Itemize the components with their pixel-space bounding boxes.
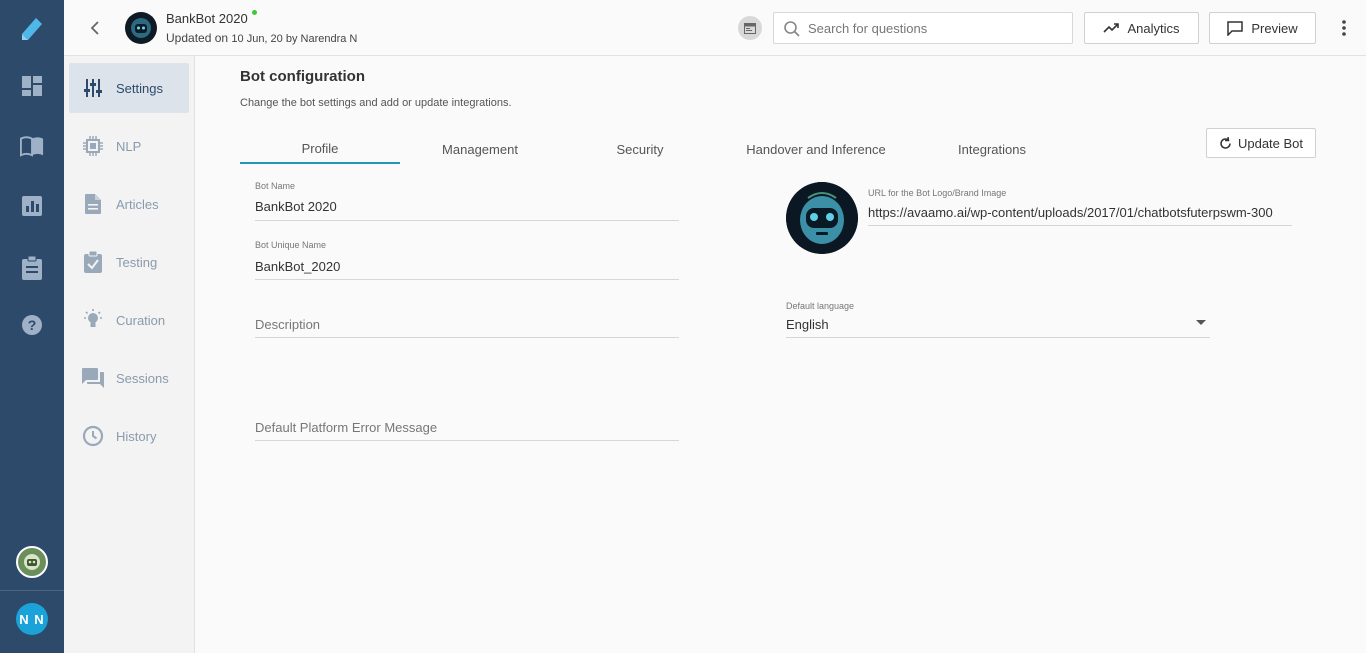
tab-handover-inference[interactable]: Handover and Inference [720, 134, 912, 164]
trending-up-icon [1103, 23, 1120, 33]
book-icon[interactable] [20, 134, 44, 158]
nav-label: Testing [116, 254, 158, 270]
tab-management[interactable]: Management [400, 134, 560, 164]
page-subtitle: Change the bot settings and add or updat… [240, 97, 512, 109]
main-content: Bot configuration Change the bot setting… [196, 56, 1366, 653]
tab-profile[interactable]: Profile [240, 134, 400, 164]
bot-avatar[interactable] [16, 546, 48, 578]
help-icon[interactable]: ? [20, 313, 44, 337]
search-box [773, 12, 1073, 44]
tab-integrations[interactable]: Integrations [912, 134, 1072, 164]
nav-item-testing[interactable]: Testing [69, 237, 189, 287]
more-vertical-icon [1342, 20, 1346, 36]
caret-down-icon [1196, 320, 1206, 325]
robot-icon [131, 18, 151, 38]
bot-name-label: Bot Name [255, 181, 296, 191]
chat-bubble-icon [1227, 20, 1244, 36]
nav-label: Sessions [116, 370, 169, 386]
clipboard-icon[interactable] [20, 256, 44, 280]
rail-divider [0, 590, 64, 591]
update-bot-button[interactable]: Update Bot [1206, 128, 1316, 158]
chip-icon [81, 134, 105, 158]
bot-name-field[interactable]: Bot Name BankBot 2020 [255, 181, 679, 221]
dashboard-icon[interactable] [20, 74, 44, 98]
language-value: English [786, 317, 829, 332]
logo-url-value: https://avaamo.ai/wp-content/uploads/201… [868, 205, 1273, 220]
search-icon [784, 21, 800, 37]
lightbulb-icon [81, 308, 105, 332]
analytics-label: Analytics [1127, 20, 1180, 36]
logo-url-label: URL for the Bot Logo/Brand Image [868, 188, 1007, 198]
nav-label: Curation [116, 312, 166, 328]
bot-updated-info: Updated on 10 Jun, 20 by Narendra N [166, 31, 357, 45]
nav-label: Settings [116, 80, 163, 96]
analytics-button[interactable]: Analytics [1084, 12, 1199, 44]
bot-thumbnail [125, 12, 157, 44]
nav-label: Articles [116, 196, 159, 212]
logo-url-field[interactable]: URL for the Bot Logo/Brand Image https:/… [868, 188, 1292, 226]
preview-button[interactable]: Preview [1209, 12, 1316, 44]
bar-chart-icon[interactable] [20, 194, 44, 218]
nav-label: NLP [116, 138, 142, 154]
error-message-placeholder: Default Platform Error Message [255, 420, 438, 435]
refresh-icon [1220, 136, 1231, 149]
robot-icon [786, 182, 858, 254]
avaamo-logo-icon[interactable] [18, 14, 46, 42]
svg-text:?: ? [28, 317, 37, 333]
updated-details: 10 Jun, 20 by Narendra N [231, 33, 358, 45]
bot-logo-image [786, 182, 858, 254]
settings-subnav: Settings NLP Articles Testing Curation S… [64, 56, 195, 653]
search-input[interactable] [808, 13, 1068, 43]
nav-item-curation[interactable]: Curation [69, 295, 189, 345]
language-select[interactable]: Default language English [786, 301, 1210, 338]
error-message-field[interactable]: Default Platform Error Message [255, 417, 679, 441]
window-icon [744, 22, 756, 34]
nav-label: History [116, 428, 157, 444]
tab-security[interactable]: Security [560, 134, 720, 164]
nav-item-sessions[interactable]: Sessions [69, 353, 189, 403]
language-label: Default language [786, 301, 855, 311]
chat-icon [81, 366, 105, 390]
sliders-icon [81, 76, 105, 100]
chevron-left-icon [90, 21, 99, 35]
back-button[interactable] [84, 16, 106, 40]
bot-name: BankBot 2020 [166, 11, 248, 26]
bot-unique-name-value: BankBot_2020 [255, 259, 341, 274]
online-status-dot [252, 10, 257, 15]
update-bot-label: Update Bot [1237, 135, 1304, 151]
nav-item-history[interactable]: History [69, 411, 189, 461]
app-rail: ? N N [0, 0, 64, 653]
page-title: Bot configuration [240, 68, 365, 85]
more-menu-button[interactable] [1336, 16, 1352, 40]
bot-name-value: BankBot 2020 [255, 199, 337, 214]
preview-label: Preview [1251, 20, 1298, 36]
document-icon [81, 192, 105, 216]
description-field[interactable]: Description [255, 314, 679, 338]
description-placeholder: Description [255, 317, 321, 332]
nav-item-articles[interactable]: Articles [69, 179, 189, 229]
top-header: BankBot 2020 Updated on 10 Jun, 20 by Na… [64, 0, 1366, 56]
history-icon [81, 424, 105, 448]
nav-item-settings[interactable]: Settings [69, 63, 189, 113]
widget-toggle-button[interactable] [738, 16, 762, 40]
user-avatar[interactable]: N N [16, 603, 48, 635]
nav-item-nlp[interactable]: NLP [69, 121, 189, 171]
bot-unique-name-field[interactable]: Bot Unique Name BankBot_2020 [255, 240, 679, 280]
bot-unique-name-label: Bot Unique Name [255, 240, 327, 250]
updated-prefix: Updated on [166, 31, 229, 45]
clipboard-check-icon [81, 250, 105, 274]
